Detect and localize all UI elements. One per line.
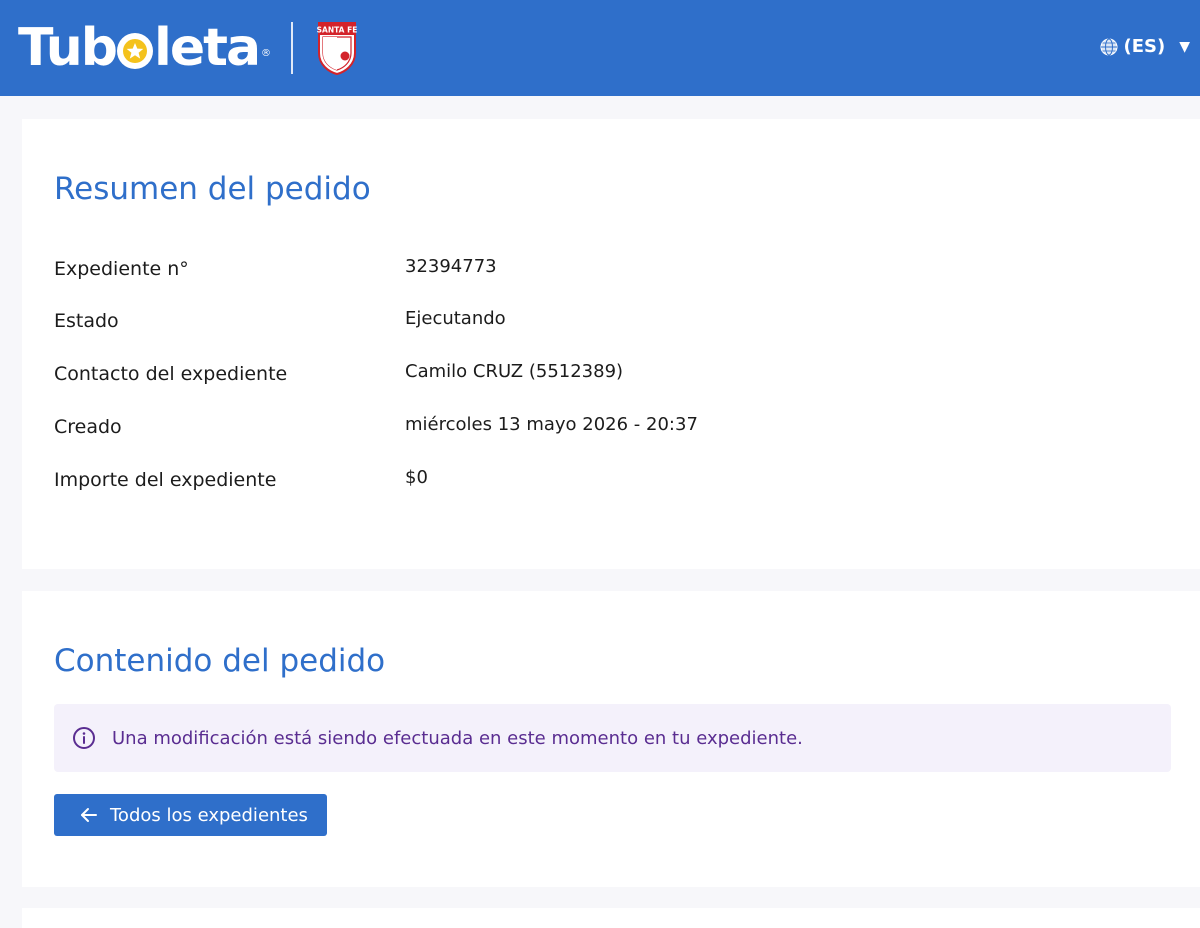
row-label: Importe del expediente — [54, 469, 277, 491]
order-summary-card: Resumen del pedido Expediente n° 3239477… — [22, 119, 1200, 569]
globe-icon — [1100, 38, 1117, 55]
row-label: Creado — [54, 416, 122, 438]
tuboleta-logo[interactable]: Tub leta ® — [18, 14, 271, 82]
registered-mark: ® — [261, 48, 272, 59]
crest-text: SANTA FE — [317, 26, 357, 35]
top-navbar: Tub leta ® SANTA FE (ES) ▼ — [0, 0, 1200, 96]
order-content-card: Contenido del pedido Una modificación es… — [22, 591, 1200, 887]
row-value: $0 — [405, 467, 428, 488]
row-value: Camilo CRUZ (5512389) — [405, 361, 624, 382]
star-icon — [117, 33, 153, 69]
arrow-left-icon — [80, 806, 98, 824]
row-label: Expediente n° — [54, 258, 189, 280]
row-label: Estado — [54, 310, 119, 332]
all-files-button-label: Todos los expedientes — [110, 804, 308, 826]
logo-divider — [291, 22, 294, 74]
content-title: Contenido del pedido — [54, 643, 386, 679]
notice-message: Una modificación está siendo efectuada e… — [112, 727, 803, 749]
row-label: Contacto del expediente — [54, 363, 288, 385]
brand-part2: leta — [154, 18, 261, 78]
caret-down-icon: ▼ — [1179, 38, 1190, 55]
row-value: miércoles 13 mayo 2026 - 20:37 — [405, 414, 698, 435]
row-value: 32394773 — [405, 256, 497, 277]
row-value: Ejecutando — [405, 308, 506, 329]
summary-title: Resumen del pedido — [54, 171, 371, 207]
next-card-partial — [22, 908, 1200, 928]
modification-notice: Una modificación está siendo efectuada e… — [54, 704, 1171, 772]
info-icon — [73, 727, 95, 749]
logo-area[interactable]: Tub leta ® SANTA FE — [18, 20, 357, 76]
all-files-button[interactable]: Todos los expedientes — [54, 794, 327, 836]
brand-part1: Tub — [18, 18, 118, 78]
language-label: (ES) — [1123, 36, 1166, 57]
santa-fe-crest-icon: SANTA FE — [317, 22, 357, 75]
language-selector[interactable]: (ES) ▼ — [1100, 36, 1190, 57]
